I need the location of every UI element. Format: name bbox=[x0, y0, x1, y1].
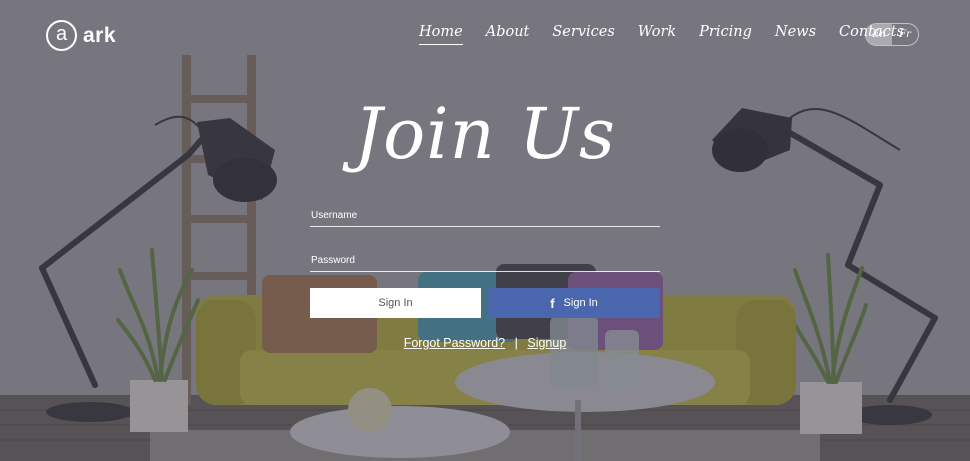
forgot-password-link[interactable]: Forgot Password? bbox=[404, 336, 505, 350]
username-field bbox=[310, 205, 660, 227]
password-field bbox=[310, 250, 660, 272]
main-nav: Home About Services Work Pricing News Co… bbox=[419, 24, 927, 45]
nav-item-work[interactable]: Work bbox=[638, 24, 676, 45]
nav-item-home[interactable]: Home bbox=[419, 24, 463, 45]
language-switcher: En Fr bbox=[865, 23, 919, 46]
logo-mark-icon: a bbox=[46, 20, 77, 51]
nav-item-services[interactable]: Services bbox=[552, 24, 614, 45]
nav-item-news[interactable]: News bbox=[775, 24, 816, 45]
auth-links: Forgot Password? | Signup bbox=[0, 336, 970, 350]
site-header: a ark Home About Services Work Pricing N… bbox=[0, 0, 970, 70]
sign-in-button[interactable]: Sign In bbox=[310, 288, 481, 318]
signup-link[interactable]: Signup bbox=[527, 336, 566, 350]
link-separator: | bbox=[514, 336, 518, 350]
nav-item-about[interactable]: About bbox=[486, 24, 530, 45]
lang-option-fr[interactable]: Fr bbox=[892, 24, 918, 45]
lang-option-en[interactable]: En bbox=[866, 24, 892, 45]
brand-name: ark bbox=[83, 23, 117, 47]
password-input[interactable] bbox=[310, 250, 660, 271]
facebook-sign-in-label: Sign In bbox=[563, 297, 598, 309]
brand-logo[interactable]: a ark bbox=[46, 20, 116, 51]
facebook-icon: f bbox=[550, 295, 555, 311]
facebook-sign-in-button[interactable]: f Sign In bbox=[488, 288, 660, 318]
sign-in-label: Sign In bbox=[378, 297, 413, 309]
page-title: Join Us bbox=[354, 93, 616, 175]
nav-item-pricing[interactable]: Pricing bbox=[699, 24, 752, 45]
username-input[interactable] bbox=[310, 205, 660, 226]
